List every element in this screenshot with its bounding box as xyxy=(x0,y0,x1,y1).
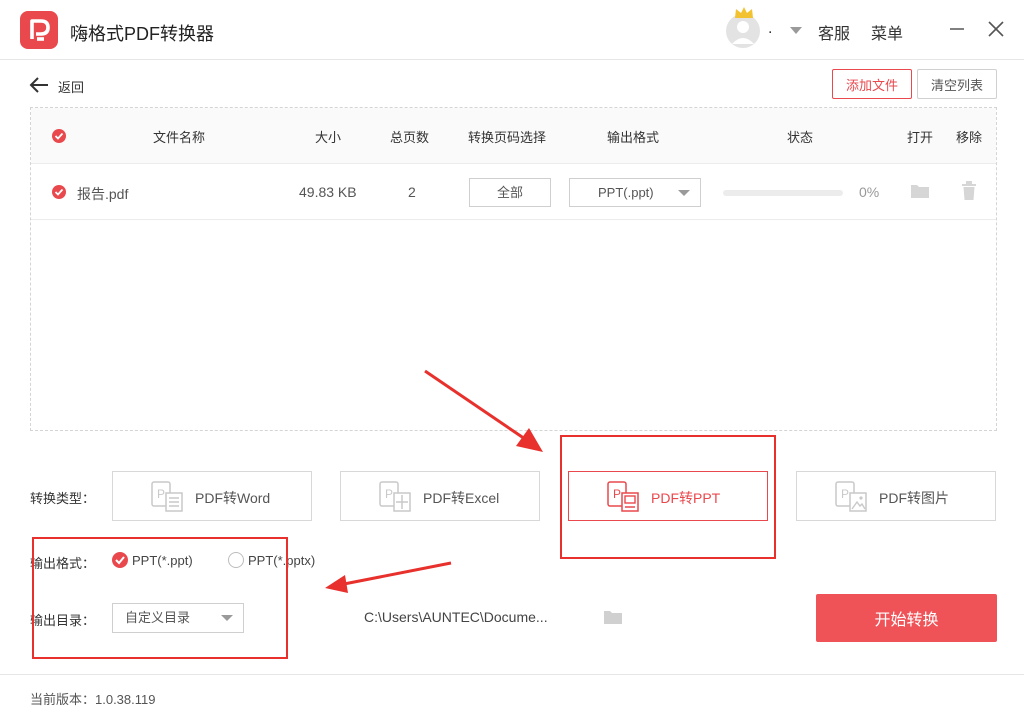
table-header: 文件名称 大小 总页数 转换页码选择 输出格式 状态 打开 移除 xyxy=(31,108,996,164)
page-select-button[interactable]: 全部 xyxy=(469,178,551,207)
add-file-button[interactable]: 添加文件 xyxy=(832,69,912,99)
menu-link[interactable]: 菜单 xyxy=(871,20,903,44)
clear-list-button[interactable]: 清空列表 xyxy=(917,69,997,99)
trash-icon[interactable] xyxy=(961,181,977,206)
svg-text:P: P xyxy=(157,487,165,501)
row-checkbox[interactable] xyxy=(52,185,66,199)
convert-type-label: 转换类型： xyxy=(30,491,96,506)
col-status: 状态 xyxy=(787,130,814,145)
start-convert-button[interactable]: 开始转换 xyxy=(816,594,997,642)
chevron-down-icon xyxy=(678,190,690,196)
close-icon[interactable] xyxy=(983,16,1009,42)
folder-icon[interactable] xyxy=(603,609,623,630)
col-remove: 移除 xyxy=(956,130,983,145)
annotation-box-convert-type xyxy=(560,435,776,559)
file-name: 报告.pdf xyxy=(77,186,129,202)
file-size: 49.83 KB xyxy=(299,184,357,200)
pdf-to-excel-label: PDF转Excel xyxy=(423,490,500,506)
output-format-value: PPT(.ppt) xyxy=(598,185,654,200)
col-page-select: 转换页码选择 xyxy=(468,130,547,145)
pdf-to-excel-icon: P xyxy=(379,481,413,518)
service-link[interactable]: 客服 xyxy=(818,20,850,44)
pdf-to-excel-button[interactable]: P PDF转Excel xyxy=(340,471,540,521)
pdf-to-image-button[interactable]: P PDF转图片 xyxy=(796,471,996,521)
annotation-box-output-settings xyxy=(32,537,288,659)
progress-text: 0% xyxy=(859,184,880,200)
col-pages: 总页数 xyxy=(390,130,430,145)
version-text: 当前版本：1.0.38.119 xyxy=(30,692,156,707)
col-name: 文件名称 xyxy=(153,130,206,145)
progress-bar xyxy=(723,190,843,196)
title-bar: 嗨格式PDF转换器 . 客服 菜单 xyxy=(0,0,1024,60)
annotation-arrow-left xyxy=(325,561,452,593)
col-output-format: 输出格式 xyxy=(607,130,660,145)
minimize-icon[interactable] xyxy=(944,16,970,42)
pdf-to-word-icon: P xyxy=(151,481,185,518)
col-open: 打开 xyxy=(907,130,934,145)
pdf-to-word-button[interactable]: P PDF转Word xyxy=(112,471,312,521)
footer: 当前版本：1.0.38.119 xyxy=(0,674,1024,720)
back-arrow-icon xyxy=(29,77,48,93)
svg-text:P: P xyxy=(385,487,393,501)
back-label: 返回 xyxy=(58,80,85,95)
pdf-to-image-label: PDF转图片 xyxy=(879,490,949,506)
output-format-select[interactable]: PPT(.ppt) xyxy=(569,178,701,207)
crown-icon xyxy=(734,6,754,24)
file-list-panel: 文件名称 大小 总页数 转换页码选择 输出格式 状态 打开 移除 报告.pdf … xyxy=(30,107,997,431)
select-all-checkbox[interactable] xyxy=(52,129,66,143)
output-path: C:\Users\AUNTEC\Docume... xyxy=(364,609,548,625)
pdf-to-image-icon: P xyxy=(835,481,869,518)
table-row[interactable]: 报告.pdf 49.83 KB 2 全部 PPT(.ppt) 0% xyxy=(31,164,996,220)
folder-icon[interactable] xyxy=(910,183,930,204)
app-logo xyxy=(20,11,58,49)
file-pages: 2 xyxy=(408,184,416,200)
svg-text:P: P xyxy=(841,487,849,501)
col-size: 大小 xyxy=(315,130,342,145)
pdf-to-word-label: PDF转Word xyxy=(195,490,271,506)
user-dropdown-icon[interactable] xyxy=(790,27,802,34)
user-avatar[interactable] xyxy=(726,7,762,48)
app-title: 嗨格式PDF转换器 xyxy=(70,24,214,44)
username[interactable]: . xyxy=(768,20,772,38)
